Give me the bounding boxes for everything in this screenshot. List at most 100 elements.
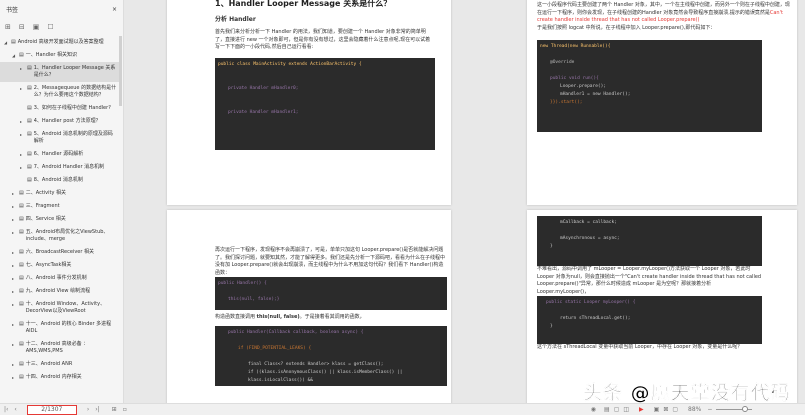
sidebar-toolbar: ⊞ ⊟ ▣ ☐ (0, 18, 123, 36)
zoom-slider[interactable] (716, 406, 753, 412)
page-number-input[interactable]: 2/1307 (26, 404, 77, 415)
expand-icon[interactable]: ⊞ (5, 23, 11, 31)
bookmark-label: 十四、Android 内存相关 (25, 374, 82, 380)
two-page-icon[interactable]: ◫ (623, 406, 629, 413)
expand-arrow-icon[interactable]: ▸ (20, 151, 25, 158)
code-line: return sThreadLocal.get(); (560, 316, 631, 321)
zoom-slider-handle[interactable] (742, 406, 749, 412)
expand-arrow-icon[interactable]: ▸ (12, 229, 17, 243)
expand-arrow-icon[interactable]: ◢ (12, 52, 17, 59)
eye-icon[interactable]: ◉ (591, 406, 596, 413)
section-subtitle: 分析 Handler (215, 15, 256, 23)
bookmark-item[interactable]: ▸ ▤ 五、Android布局优化之ViewStub、include、merge (0, 226, 119, 246)
bookmark-item[interactable]: ▸ ▤ 5、Android 消息机制的原理及源码解析 (0, 128, 119, 148)
bookmark-label: 一、Handler 相关知识 (25, 52, 78, 58)
next-page-icon[interactable]: › (87, 406, 89, 413)
page-icon[interactable]: ▫ (123, 406, 127, 413)
expand-arrow-icon[interactable]: ▸ (20, 131, 25, 145)
zoom-level[interactable]: 88% (688, 406, 701, 413)
fit-page-icon[interactable]: ⊠ (663, 406, 668, 413)
expand-arrow-icon[interactable]: ▸ (12, 190, 17, 197)
bookmark-item[interactable]: ▸ ▤ 7、Android Handler 消息机制 (0, 161, 119, 174)
first-page-icon[interactable]: |‹ (4, 406, 8, 413)
bookmark-item[interactable]: ▸ ▤ 十三、Android ANR (0, 358, 119, 371)
bookmark-icon: ▤ (27, 65, 32, 71)
bookmark-item[interactable]: ▸ ▤ 十、Android Window、Activity、DecorView以及V… (0, 298, 119, 318)
bookmark-item[interactable]: ▸ ▤ 6、Handler 源码解析 (0, 148, 119, 161)
expand-arrow-icon[interactable]: ▸ (12, 374, 17, 381)
play-icon[interactable]: ▶ (639, 406, 644, 413)
expand-arrow-icon[interactable]: ▸ (12, 321, 17, 335)
bookmark-item[interactable]: ▸ ▤ 十一、Android 的核心 Binder 多进程 AIDL (0, 318, 119, 338)
expand-arrow-icon[interactable] (20, 105, 25, 112)
code-line: public void run(){ (550, 76, 599, 81)
expand-arrow-icon[interactable]: ▸ (20, 85, 25, 99)
expand-arrow-icon[interactable]: ▸ (12, 301, 17, 315)
bookmark-icon: ▤ (27, 105, 32, 111)
expand-arrow-icon[interactable]: ▸ (12, 275, 17, 282)
bookmark-icon: ▤ (19, 216, 24, 222)
bookmark-item[interactable]: ▸ ▤ 4、Handler post 方法原理？ (0, 115, 119, 128)
zoom-out-icon[interactable]: − (707, 406, 712, 413)
fit-width-icon[interactable]: ▣ (654, 406, 660, 413)
bookmark-item[interactable]: ▤ 3、如何在子线程中创建 Handler? (0, 102, 119, 115)
bookmark-item[interactable]: ▸ ▤ 六、BroadcastReceiver 相关 (0, 246, 119, 259)
paragraph: 这个方法在 sThreadLocal 变量中获取当前 Looper，中存在 Lo… (537, 344, 743, 350)
bookmark-item[interactable]: ▸ ▤ 三、Fragment (0, 200, 119, 213)
expand-arrow-icon[interactable]: ▸ (20, 118, 25, 125)
bookmark-label: 六、BroadcastReceiver 相关 (25, 249, 95, 255)
bookmark-icon[interactable]: ☐ (47, 23, 53, 31)
bookmark-icon: ▤ (19, 361, 24, 367)
continuous-icon[interactable]: ▢ (614, 406, 620, 413)
text: 这一小段程序代码主要创建了两个 Handler 对象，其中，一个在主线程中创建，… (537, 2, 790, 16)
sidebar-scrollbar[interactable] (119, 36, 122, 106)
collapse-icon[interactable]: ⊟ (19, 23, 25, 31)
expand-arrow-icon[interactable]: ▸ (20, 164, 25, 171)
code-line: mCallback = callback; (560, 220, 617, 225)
single-page-icon[interactable]: ▤ (604, 406, 610, 413)
bookmark-item[interactable]: ▸ ▤ 四、Service 相关 (0, 213, 119, 226)
add-page-icon[interactable]: ⊞ (112, 406, 117, 413)
bookmark-icon: ▤ (27, 131, 32, 137)
bookmark-item[interactable]: ◢ ▤ 一、Handler 相关知识 (0, 49, 119, 62)
bookmark-icon: ▤ (19, 203, 24, 209)
sidebar-title: 书签 (6, 6, 19, 14)
bookmark-item[interactable]: ▸ ▤ 七、AsyncTask相关 (0, 259, 119, 272)
bookmark-icon: ▤ (19, 374, 24, 380)
bookmark-icon: ▤ (19, 52, 24, 58)
bookmark-item[interactable]: ▸ ▤ 1、Handler Looper Message 关系是什么？ (0, 62, 119, 82)
bookmark-item[interactable]: ▸ ▤ 八、Android 事件分发机制 (0, 272, 119, 285)
bookmark-label: 3、如何在子线程中创建 Handler? (33, 105, 111, 111)
paragraph: 首先我们来分析分析一下 Handler 的用法，我们知道，要创建一个 Handl… (215, 29, 431, 50)
expand-arrow-icon[interactable]: ▸ (12, 216, 17, 223)
paragraph: 构造函数直接调用 this(null, false)。于是接着看其调用的函数， (215, 314, 447, 322)
actual-size-icon[interactable]: ▢ (672, 406, 678, 413)
paragraph: 于是我们按照 logcat 中所说，在子线程中加入 Looper.prepare… (537, 24, 716, 31)
expand-arrow-icon[interactable]: ▸ (12, 262, 17, 269)
bookmark-item[interactable]: ▸ ▤ 九、Android View 绘制流程 (0, 285, 119, 298)
code-line: public Handler(Callback callback, boolea… (228, 329, 364, 335)
close-icon[interactable]: × (112, 6, 117, 13)
page-1: 1、Handler Looper Message 关系是什么？ 分析 Handl… (167, 0, 451, 205)
bookmark-item[interactable]: ▸ ▤ 十四、Android 内存相关 (0, 371, 119, 384)
last-page-icon[interactable]: ›| (95, 406, 99, 413)
expand-arrow-icon[interactable]: ▸ (12, 341, 17, 355)
bookmark-item[interactable]: ▸ ▤ 2、Messagequeue 的数据结构是什么？为什么要用这个数据结构？ (0, 82, 119, 102)
code-block: mCallback = callback; mAsynchronous = as… (537, 216, 762, 266)
expand-arrow-icon[interactable]: ▸ (20, 65, 25, 79)
add-bookmark-icon[interactable]: ▣ (33, 23, 40, 31)
bookmark-item[interactable]: ◢ ▤ Android 高级开发面试题以及答案整理 (0, 36, 119, 49)
expand-arrow-icon[interactable]: ▸ (12, 203, 17, 210)
code-block: public static Looper myLooper() { return… (537, 296, 762, 344)
expand-arrow-icon[interactable]: ▸ (12, 288, 17, 295)
expand-arrow-icon[interactable]: ▸ (12, 249, 17, 256)
bookmark-item[interactable]: ▸ ▤ 十二、Android 高级必备 ：AMS,WMS,PMS (0, 338, 119, 358)
bookmark-icon: ▤ (11, 39, 16, 45)
prev-page-icon[interactable]: ‹ (14, 406, 16, 413)
bookmark-item[interactable]: ▸ ▤ 二、Activity 相关 (0, 187, 119, 200)
bookmark-item[interactable]: ▤ 8、Android 消息机制 (0, 174, 119, 187)
code-line: } (550, 324, 553, 329)
expand-arrow-icon[interactable] (20, 177, 25, 184)
expand-arrow-icon[interactable]: ▸ (12, 361, 17, 368)
expand-arrow-icon[interactable]: ◢ (4, 39, 9, 46)
